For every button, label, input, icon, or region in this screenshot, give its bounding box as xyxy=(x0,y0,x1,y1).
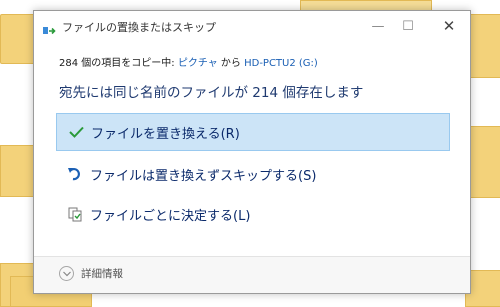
copy-status-middle: から xyxy=(217,58,245,69)
replace-or-skip-dialog: ファイルの置換またはスキップ — ☐ ✕ 284 個の項目をコピー中: ピクチャ… xyxy=(33,10,471,294)
title-bar[interactable]: ファイルの置換またはスキップ — ☐ ✕ xyxy=(34,11,470,41)
skip-files-label: ファイルは置き換えずスキップする(S) xyxy=(90,168,317,184)
copy-status-prefix: 284 個の項目をコピー中: xyxy=(59,58,178,69)
decide-each-label: ファイルごとに決定する(L) xyxy=(90,208,251,224)
dialog-footer: 詳細情報 xyxy=(34,256,470,293)
more-details-toggle[interactable]: 詳細情報 xyxy=(59,266,123,281)
skip-files-option[interactable]: ファイルは置き換えずスキップする(S) xyxy=(56,155,450,193)
more-details-label: 詳細情報 xyxy=(81,268,123,280)
replace-files-option[interactable]: ファイルを置き換える(R) xyxy=(56,113,450,151)
copy-files-icon xyxy=(43,21,57,35)
replace-files-label: ファイルを置き換える(R) xyxy=(91,126,240,142)
source-folder-link[interactable]: ピクチャ xyxy=(178,58,218,69)
check-icon xyxy=(67,126,85,138)
maximize-button[interactable]: ☐ xyxy=(397,15,419,37)
copy-status: 284 個の項目をコピー中: ピクチャ から HD-PCTU2 (G:) xyxy=(59,54,318,69)
close-button[interactable]: ✕ xyxy=(438,15,460,37)
window-title: ファイルの置換またはスキップ xyxy=(62,21,216,34)
skip-arrow-icon xyxy=(66,167,84,181)
destination-drive-link[interactable]: HD-PCTU2 (G:) xyxy=(244,58,318,69)
conflict-message: 宛先には同じ名前のファイルが 214 個存在します xyxy=(59,85,364,101)
minimize-button[interactable]: — xyxy=(367,15,389,37)
decide-each-option[interactable]: ファイルごとに決定する(L) xyxy=(56,195,450,233)
chevron-down-icon xyxy=(59,266,74,281)
compare-files-icon xyxy=(66,207,84,222)
